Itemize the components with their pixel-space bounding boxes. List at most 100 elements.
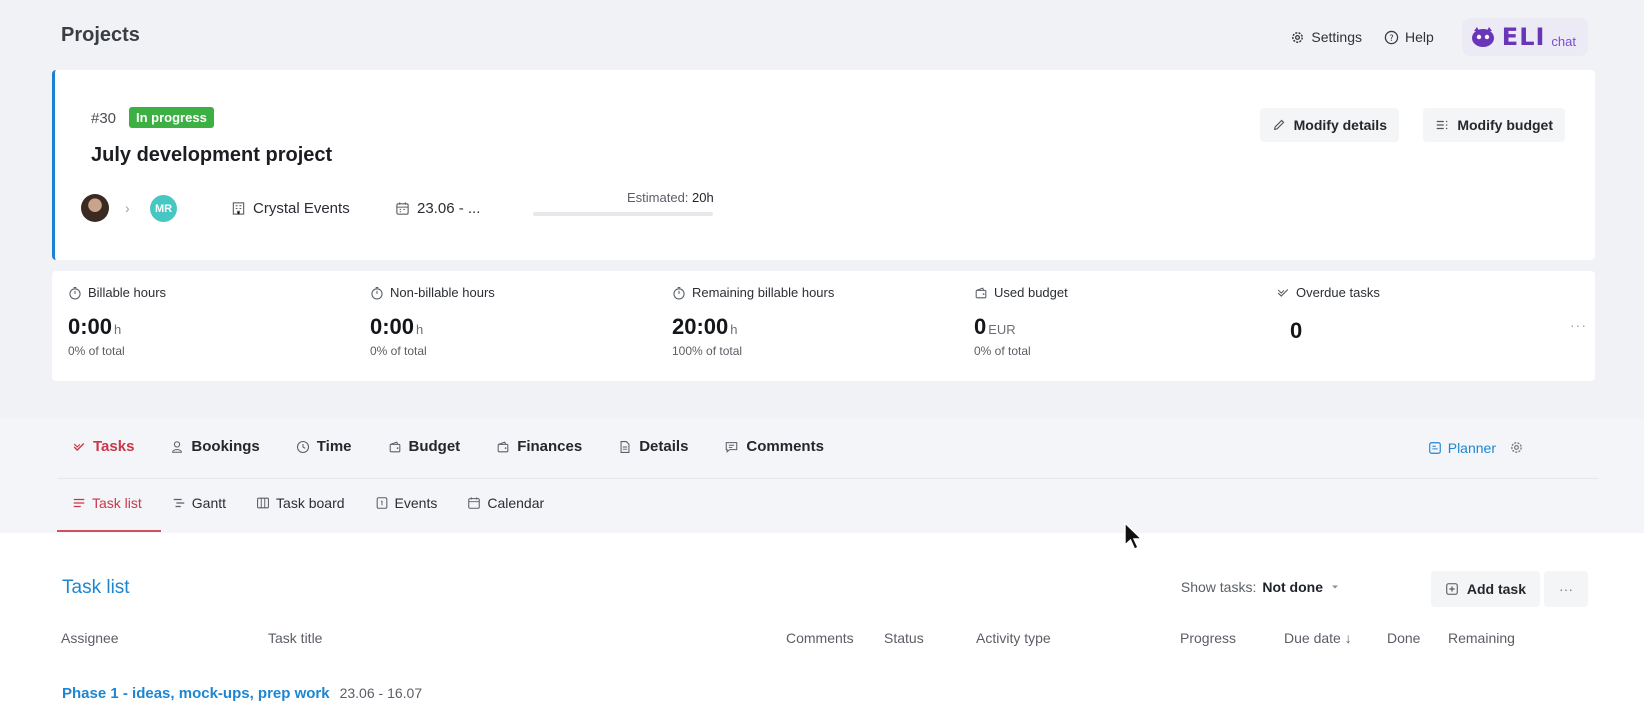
clock-icon — [296, 440, 310, 454]
client-item[interactable]: Crystal Events — [231, 200, 350, 217]
stat-label: Billable hours — [88, 285, 167, 300]
subtab-label: Gantt — [191, 495, 227, 511]
more-options-icon[interactable]: ··· — [1544, 571, 1588, 607]
subtab-events[interactable]: Events — [375, 495, 437, 511]
active-subtab-underline — [57, 530, 161, 532]
subtab-label: Calendar — [487, 495, 545, 511]
settings-label: Settings — [1311, 29, 1362, 45]
stats-more-icon[interactable]: ··· — [1570, 317, 1587, 333]
estimated-hours: Estimated: 20h — [627, 190, 714, 205]
top-actions: Settings ? Help ELI chat — [1290, 18, 1588, 56]
stats-card: Billable hours 0:00 h 0% of total Non-bil… — [52, 271, 1595, 381]
document-icon — [618, 440, 632, 454]
svg-text:?: ? — [1389, 32, 1393, 42]
event-icon — [375, 496, 389, 510]
tab-tasks[interactable]: Tasks — [72, 438, 134, 455]
gantt-icon — [172, 496, 186, 510]
main-tabs: Tasks Bookings Time Budget Finances Deta… — [72, 438, 824, 455]
stat-sub: 0% of total — [370, 344, 427, 358]
planner-label: Planner — [1447, 440, 1496, 456]
help-link[interactable]: ? Help — [1384, 29, 1434, 45]
subtab-task-list[interactable]: Task list — [72, 495, 142, 511]
tab-label: Time — [316, 438, 352, 455]
wallet-icon — [496, 440, 510, 454]
budget-list-icon — [1435, 118, 1449, 132]
status-badge: In progress — [129, 107, 214, 128]
client-name: Crystal Events — [253, 200, 350, 217]
column-header-done[interactable]: Done — [1387, 630, 1420, 646]
tab-details[interactable]: Details — [618, 438, 688, 455]
page-title: Projects — [61, 24, 140, 46]
subtab-calendar[interactable]: Calendar — [467, 495, 544, 511]
phase-dates: 23.06 - 16.07 — [339, 685, 423, 701]
column-header-due-date[interactable]: Due date ↓ — [1284, 630, 1352, 646]
building-icon — [231, 201, 246, 216]
stat-label: Overdue tasks — [1296, 285, 1380, 300]
owner-avatar[interactable] — [81, 194, 109, 222]
column-header-assignee[interactable]: Assignee — [61, 630, 119, 646]
column-header-comments[interactable]: Comments — [786, 630, 854, 646]
planner-icon — [1428, 441, 1442, 455]
pencil-icon — [1272, 118, 1286, 132]
project-card: #30 In progress July development project… — [52, 70, 1595, 260]
timer-icon — [672, 286, 686, 300]
eli-chat-button[interactable]: ELI chat — [1461, 18, 1588, 56]
estimated-value: 20h — [692, 190, 714, 205]
show-tasks-dropdown[interactable]: Show tasks: Not done — [1181, 579, 1341, 595]
add-task-button[interactable]: Add task — [1430, 571, 1540, 607]
plus-square-icon — [1445, 582, 1459, 596]
gear-icon[interactable] — [1509, 440, 1524, 455]
stat-used-budget: Used budget 0 EUR 0% of total — [974, 285, 1068, 358]
phase-row: Phase 1 - ideas, mock-ups, prep work 23.… — [62, 685, 422, 702]
date-item[interactable]: 23.06 - ... — [395, 200, 480, 217]
board-icon — [256, 496, 270, 510]
tab-time[interactable]: Time — [296, 438, 352, 455]
eli-sub: chat — [1551, 33, 1576, 49]
tab-label: Comments — [746, 438, 824, 455]
stat-overdue-tasks: Overdue tasks 0 — [1276, 285, 1380, 344]
list-icon — [72, 496, 86, 510]
task-list-content: Task list Show tasks: Not done Add task … — [0, 533, 1644, 720]
tab-bookings[interactable]: Bookings — [170, 438, 260, 455]
stat-value: 0:00 — [370, 314, 415, 339]
subtab-task-board[interactable]: Task board — [256, 495, 345, 511]
modify-details-button[interactable]: Modify details — [1259, 108, 1399, 142]
phase-title[interactable]: Phase 1 - ideas, mock-ups, prep work — [62, 685, 330, 702]
eli-brand: ELI — [1501, 23, 1546, 51]
subtab-label: Task list — [92, 495, 142, 511]
column-header-progress[interactable]: Progress — [1180, 630, 1236, 646]
column-header-activity-type[interactable]: Activity type — [976, 630, 1051, 646]
stat-sub: 100% of total — [672, 344, 743, 358]
settings-link[interactable]: Settings — [1290, 29, 1362, 45]
stat-unit: h — [114, 322, 122, 337]
add-task-label: Add task — [1466, 581, 1526, 597]
stat-non-billable-hours: Non-billable hours 0:00 h 0% of total — [370, 285, 495, 358]
subtab-gantt[interactable]: Gantt — [172, 495, 226, 511]
chevron-right-icon: › — [125, 200, 130, 216]
tab-label: Tasks — [93, 438, 135, 455]
modify-budget-button[interactable]: Modify budget — [1423, 108, 1565, 142]
tab-finances[interactable]: Finances — [496, 438, 582, 455]
assignee-avatar[interactable]: MR — [150, 195, 177, 222]
timer-icon — [370, 286, 384, 300]
tab-label: Finances — [517, 438, 583, 455]
check-icon — [1276, 286, 1290, 300]
calendar-icon — [467, 496, 481, 510]
planner-button[interactable]: Planner — [1428, 440, 1496, 456]
help-icon: ? — [1384, 30, 1399, 45]
column-header-task-title[interactable]: Task title — [268, 630, 322, 646]
task-list-title: Task list — [62, 577, 130, 598]
stat-label: Used budget — [994, 285, 1068, 300]
stat-value: 0:00 — [68, 314, 113, 339]
tab-comments[interactable]: Comments — [724, 438, 824, 455]
column-header-status[interactable]: Status — [884, 630, 924, 646]
tab-label: Bookings — [191, 438, 260, 455]
stat-value: 20:00 — [672, 314, 729, 339]
stat-unit: EUR — [988, 322, 1016, 337]
mouse-cursor-icon — [1124, 522, 1144, 552]
column-header-remaining[interactable]: Remaining — [1448, 630, 1515, 646]
estimated-label: Estimated: — [627, 190, 689, 205]
tab-budget[interactable]: Budget — [388, 438, 460, 455]
sub-tabs: Task list Gantt Task board Events Calend… — [72, 495, 544, 511]
stat-unit: h — [416, 322, 424, 337]
